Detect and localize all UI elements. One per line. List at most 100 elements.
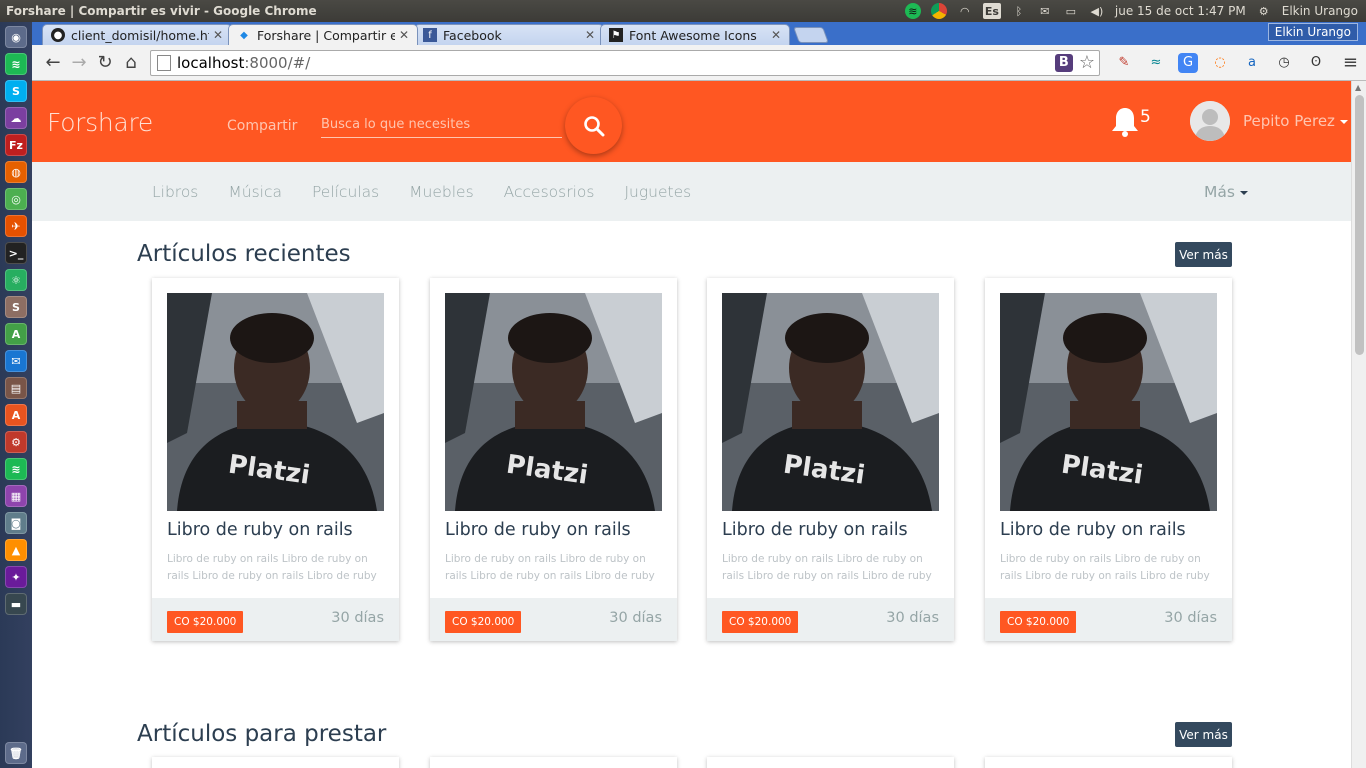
session-user[interactable]: Elkin Urango: [1282, 4, 1358, 18]
search-input[interactable]: [321, 111, 562, 138]
spotify-launcher-icon[interactable]: ≋: [5, 53, 27, 75]
flag-icon: ⚑: [609, 28, 623, 42]
product-image[interactable]: Platzi: [1000, 293, 1217, 511]
card-footer: CO $20.000 30 días: [430, 598, 677, 641]
skype-icon[interactable]: S: [5, 80, 27, 102]
drive-icon[interactable]: ▬: [5, 593, 27, 615]
product-card[interactable]: [985, 757, 1232, 768]
chrome-launcher-icon[interactable]: ◎: [5, 188, 27, 210]
spotify-launcher-2-icon[interactable]: ≋: [5, 458, 27, 480]
terminal-icon[interactable]: >_: [5, 242, 27, 264]
category-peliculas[interactable]: Películas: [312, 183, 379, 201]
files-icon[interactable]: ▤: [5, 377, 27, 399]
address-bar[interactable]: localhost:8000/#/ B ☆: [150, 49, 1100, 76]
spotify-icon[interactable]: ≋: [904, 3, 921, 19]
product-card[interactable]: [430, 757, 677, 768]
reload-button[interactable]: ↻: [92, 50, 118, 76]
profile-button[interactable]: Elkin Urango: [1267, 23, 1358, 41]
software-center-icon[interactable]: A: [5, 404, 27, 426]
window-title: Forshare | Compartir es vivir - Google C…: [6, 4, 317, 18]
translate-icon[interactable]: G: [1178, 52, 1198, 73]
atom-icon[interactable]: ⚛: [5, 269, 27, 291]
share-link[interactable]: Compartir: [227, 118, 297, 134]
forward-button[interactable]: →: [66, 50, 92, 76]
amazon-icon[interactable]: a: [1242, 53, 1262, 73]
sublime-icon[interactable]: S: [5, 296, 27, 318]
bell-icon[interactable]: [1110, 106, 1140, 138]
product-description: Libro de ruby on rails Libro de ruby on …: [167, 553, 377, 582]
scroll-up-arrow-icon[interactable]: ▲: [1355, 83, 1361, 92]
product-image[interactable]: Platzi: [722, 293, 939, 511]
close-icon[interactable]: ✕: [585, 28, 595, 42]
avatar[interactable]: [1190, 101, 1230, 141]
product-title[interactable]: Libro de ruby on rails: [167, 520, 353, 540]
product-card[interactable]: Platzi Libro de ruby on rails Libro de r…: [707, 278, 954, 641]
tab-github[interactable]: ● client_domisil/home.html ✕: [42, 24, 232, 45]
see-more-button[interactable]: Ver más: [1175, 722, 1232, 747]
product-card[interactable]: Platzi Libro de ruby on rails Libro de r…: [430, 278, 677, 641]
settings-icon[interactable]: ⚙: [5, 431, 27, 453]
workspace-switcher-icon[interactable]: ▦: [5, 485, 27, 507]
owl-icon[interactable]: ʘ: [1306, 53, 1326, 73]
category-juguetes[interactable]: Juguetes: [624, 183, 691, 201]
product-image[interactable]: Platzi: [167, 293, 384, 511]
product-card[interactable]: [152, 757, 399, 768]
more-dropdown[interactable]: Más: [1204, 183, 1248, 201]
brand-logo[interactable]: Forshare: [47, 108, 153, 137]
dash-icon[interactable]: ◉: [5, 26, 27, 48]
category-accesorios[interactable]: Accesosrios: [504, 183, 595, 201]
wifi-icon[interactable]: ◠: [957, 3, 973, 19]
tab-forshare[interactable]: ◆ Forshare | Compartir es vivir ✕: [228, 24, 418, 45]
android-studio-icon[interactable]: A: [5, 323, 27, 345]
product-card[interactable]: [707, 757, 954, 768]
volume-icon[interactable]: ◀): [1089, 3, 1105, 19]
user-menu[interactable]: Pepito Perez: [1243, 112, 1348, 130]
bookmark-star-icon[interactable]: ☆: [1079, 52, 1095, 73]
bootstrap-extension-icon[interactable]: B: [1054, 53, 1073, 72]
vlc-icon[interactable]: ▲: [5, 539, 27, 561]
search-button[interactable]: [565, 97, 622, 154]
menu-icon[interactable]: ≡: [1343, 52, 1358, 73]
category-muebles[interactable]: Muebles: [409, 183, 474, 201]
tab-facebook[interactable]: f Facebook ✕: [414, 24, 604, 45]
category-musica[interactable]: Música: [228, 183, 282, 201]
mail-icon[interactable]: ✉: [1037, 3, 1053, 19]
chrome-icon[interactable]: [930, 3, 947, 19]
page-scrollbar[interactable]: ▲: [1351, 81, 1366, 768]
firefox-icon[interactable]: ◍: [5, 161, 27, 183]
photo-shape: [237, 401, 307, 429]
product-image[interactable]: Platzi: [445, 293, 662, 511]
product-title[interactable]: Libro de ruby on rails: [445, 520, 631, 540]
postman-icon[interactable]: ✈: [5, 215, 27, 237]
pidgin-icon[interactable]: ☁: [5, 107, 27, 129]
history-icon[interactable]: ◷: [1274, 53, 1294, 73]
product-title[interactable]: Libro de ruby on rails: [1000, 520, 1186, 540]
battery-icon[interactable]: ▭: [1063, 3, 1079, 19]
filezilla-icon[interactable]: Fz: [5, 134, 27, 156]
product-card[interactable]: Platzi Libro de ruby on rails Libro de r…: [985, 278, 1232, 641]
wave-extension-icon[interactable]: ≈: [1146, 53, 1166, 73]
new-tab-button[interactable]: [793, 27, 829, 43]
product-card[interactable]: Platzi Libro de ruby on rails Libro de r…: [152, 278, 399, 641]
url[interactable]: localhost:8000/#/: [177, 54, 310, 72]
category-libros[interactable]: Libros: [152, 183, 198, 201]
bluetooth-icon[interactable]: ᛒ: [1011, 3, 1027, 19]
back-button[interactable]: ←: [40, 50, 66, 76]
see-more-button[interactable]: Ver más: [1175, 242, 1232, 267]
keyboard-layout-indicator[interactable]: Es: [982, 3, 1001, 19]
close-icon[interactable]: ✕: [771, 28, 781, 42]
camera-icon[interactable]: ◙: [5, 512, 27, 534]
refresh-extension-icon[interactable]: ◌: [1210, 53, 1230, 73]
home-button[interactable]: ⌂: [118, 50, 144, 76]
close-icon[interactable]: ✕: [213, 28, 223, 42]
app-icon[interactable]: ✦: [5, 566, 27, 588]
trash-icon[interactable]: 🗑: [5, 742, 27, 764]
eyedropper-icon[interactable]: ✎: [1114, 53, 1134, 73]
product-title[interactable]: Libro de ruby on rails: [722, 520, 908, 540]
close-icon[interactable]: ✕: [399, 28, 409, 42]
clock[interactable]: jue 15 de oct 1:47 PM: [1115, 4, 1246, 18]
tab-font-awesome[interactable]: ⚑ Font Awesome Icons ✕: [600, 24, 790, 45]
scroll-thumb[interactable]: [1355, 95, 1364, 355]
thunderbird-icon[interactable]: ✉: [5, 350, 27, 372]
gear-icon[interactable]: ⚙: [1256, 3, 1272, 19]
